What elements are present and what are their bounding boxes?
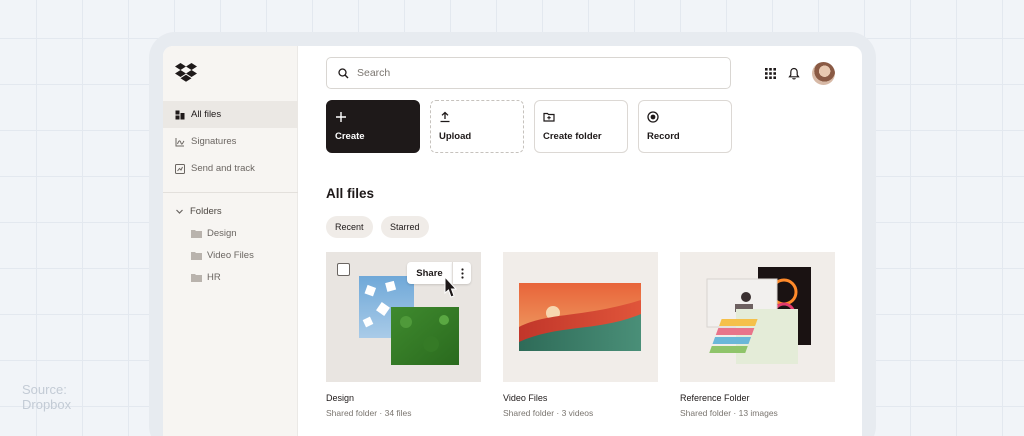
all-files-icon bbox=[175, 110, 185, 120]
folder-label: HR bbox=[207, 271, 221, 283]
video-files-thumbnail bbox=[519, 283, 641, 351]
record-button[interactable]: Record bbox=[638, 100, 732, 153]
source-note: Source: Dropbox bbox=[22, 382, 72, 412]
sidebar-item-label: All files bbox=[191, 109, 222, 120]
page-title: All files bbox=[326, 186, 375, 201]
dropbox-logo-icon[interactable] bbox=[175, 63, 197, 83]
folder-label: Design bbox=[207, 227, 237, 239]
sidebar-item-label: Send and track bbox=[191, 163, 255, 174]
plus-icon bbox=[336, 112, 346, 122]
sidebar-item-label: Signatures bbox=[191, 136, 237, 147]
create-folder-icon bbox=[543, 112, 555, 122]
upload-button[interactable]: Upload bbox=[430, 100, 524, 153]
dropbox-app-window: All files Signatures Send and track Fold… bbox=[163, 46, 862, 436]
card-meta: Shared folder · 34 files bbox=[326, 408, 412, 418]
create-button[interactable]: Create bbox=[326, 100, 420, 153]
record-button-label: Record bbox=[647, 131, 680, 142]
sidebar-item-signatures[interactable]: Signatures bbox=[163, 128, 298, 155]
sidebar-folder-hr[interactable]: HR bbox=[191, 270, 221, 284]
user-avatar[interactable] bbox=[812, 62, 835, 85]
search-input[interactable] bbox=[357, 67, 697, 79]
search-icon bbox=[338, 67, 349, 78]
upload-button-label: Upload bbox=[439, 131, 472, 142]
mouse-cursor-icon bbox=[444, 276, 458, 298]
filter-chip-starred[interactable]: Starred bbox=[381, 216, 429, 238]
grid-apps-icon[interactable] bbox=[763, 66, 777, 80]
folder-icon bbox=[191, 273, 202, 282]
folder-label: Video Files bbox=[207, 249, 254, 261]
folder-icon bbox=[191, 229, 202, 238]
card-meta: Shared folder · 3 videos bbox=[503, 408, 594, 418]
filter-chip-recent[interactable]: Recent bbox=[326, 216, 373, 238]
folder-icon bbox=[191, 251, 202, 260]
card-title[interactable]: Reference Folder bbox=[680, 393, 750, 403]
create-folder-button[interactable]: Create folder bbox=[534, 100, 628, 153]
chevron-down-icon bbox=[176, 209, 183, 214]
select-checkbox[interactable] bbox=[337, 263, 350, 276]
folder-card-design[interactable]: Share bbox=[326, 252, 481, 382]
create-button-label: Create bbox=[335, 131, 365, 142]
upload-icon bbox=[440, 111, 450, 123]
folder-card-reference-folder[interactable] bbox=[680, 252, 835, 382]
create-folder-button-label: Create folder bbox=[543, 131, 602, 142]
more-vertical-icon bbox=[460, 267, 464, 279]
record-icon bbox=[647, 111, 659, 123]
sidebar-folder-video-files[interactable]: Video Files bbox=[191, 248, 254, 262]
bell-icon[interactable] bbox=[787, 66, 801, 80]
folders-section-toggle[interactable]: Folders bbox=[175, 205, 222, 217]
card-title[interactable]: Design bbox=[326, 393, 354, 403]
search-bar[interactable] bbox=[326, 57, 731, 89]
sidebar-item-all-files[interactable]: All files bbox=[163, 101, 298, 128]
send-track-icon bbox=[175, 163, 185, 174]
signature-icon bbox=[175, 137, 185, 147]
card-meta: Shared folder · 13 images bbox=[680, 408, 778, 418]
reference-folder-thumbnail bbox=[706, 267, 811, 364]
sidebar-divider bbox=[163, 192, 298, 193]
folders-label: Folders bbox=[190, 205, 222, 217]
card-title[interactable]: Video Files bbox=[503, 393, 547, 403]
folder-card-video-files[interactable] bbox=[503, 252, 658, 382]
sidebar-folder-design[interactable]: Design bbox=[191, 226, 237, 240]
sidebar-item-send-and-track[interactable]: Send and track bbox=[163, 155, 298, 182]
sidebar: All files Signatures Send and track Fold… bbox=[163, 46, 298, 436]
